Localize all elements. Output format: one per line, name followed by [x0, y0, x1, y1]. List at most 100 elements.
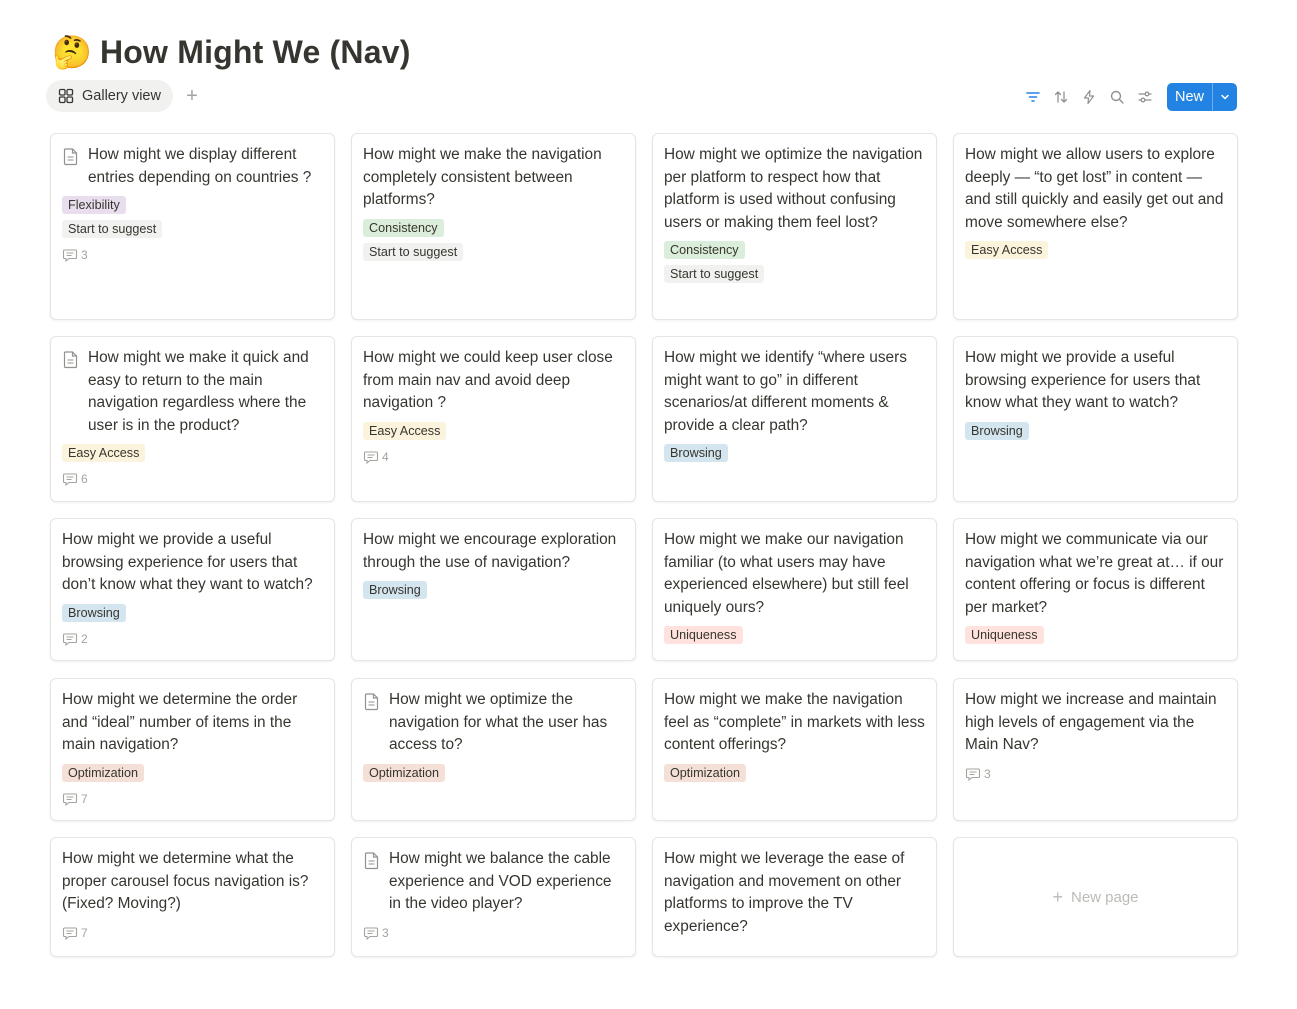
sort-icon [1054, 91, 1068, 103]
gallery-card[interactable]: How might we balance the cable experienc… [351, 837, 636, 957]
comment-count-value: 2 [81, 631, 88, 646]
card-title-text: How might we identify “where users might… [664, 349, 907, 434]
gallery-card[interactable]: How might we allow users to explore deep… [953, 133, 1238, 320]
card-title: How might we communicate via our navigat… [965, 529, 1226, 619]
sort-button[interactable] [1047, 83, 1075, 111]
gallery-card[interactable]: How might we encourage exploration throu… [351, 518, 636, 661]
card-properties: Optimization [62, 757, 323, 782]
page-title[interactable]: How Might We (Nav) [100, 34, 411, 71]
search-button[interactable] [1103, 83, 1131, 111]
tab-label: Gallery view [82, 88, 161, 104]
new-dropdown-button[interactable] [1212, 83, 1237, 111]
comment-count: 3 [62, 248, 323, 263]
page-header: 🤔 How Might We (Nav) [52, 30, 411, 74]
gallery-card[interactable]: How might we make our navigation familia… [652, 518, 937, 661]
card-title: How might we leverage the ease of naviga… [664, 848, 925, 938]
view-bar: Gallery view + New [46, 80, 1237, 112]
comment-icon [965, 768, 981, 781]
category-tag: Easy Access [363, 421, 447, 440]
comment-icon [62, 793, 78, 806]
category-tag: Browsing [664, 444, 728, 463]
gallery-card[interactable]: How might we display different entries d… [50, 133, 335, 320]
gallery-card[interactable]: How might we communicate via our navigat… [953, 518, 1238, 661]
gallery-card[interactable]: How might we leverage the ease of naviga… [652, 837, 937, 957]
comment-icon [62, 249, 78, 263]
page-doc-icon [63, 351, 78, 369]
card-title-text: How might we optimize the navigation per… [664, 146, 923, 231]
gallery-card[interactable]: How might we optimize the navigation per… [652, 133, 937, 320]
comment-count: 6 [62, 472, 323, 487]
filter-icon [1026, 92, 1040, 102]
card-properties: Consistency Start to suggest [664, 234, 925, 284]
category-tag: Optimization [363, 763, 445, 782]
gallery-card[interactable]: How might we make it quick and easy to r… [50, 336, 335, 502]
comment-count-value: 7 [81, 791, 88, 806]
tab-gallery-view[interactable]: Gallery view [46, 80, 173, 112]
page-emoji-icon[interactable]: 🤔 [52, 32, 92, 72]
comment-icon [62, 633, 78, 646]
card-title: How might we allow users to explore deep… [965, 144, 1226, 234]
card-title-text: How might we encourage exploration throu… [363, 531, 617, 571]
comment-count-value: 6 [81, 472, 88, 487]
card-title: How might we display different entries d… [62, 144, 323, 189]
category-tag: Browsing [965, 421, 1029, 440]
add-view-button[interactable]: + [180, 84, 204, 108]
card-title: How might we make the navigation complet… [363, 144, 624, 212]
gallery-card[interactable]: How might we identify “where users might… [652, 336, 937, 502]
new-button-label: New [1174, 89, 1204, 105]
card-properties: Optimization [664, 757, 925, 782]
comment-count: 7 [62, 926, 323, 940]
gallery-card[interactable]: How might we could keep user close from … [351, 336, 636, 502]
card-properties: Consistency Start to suggest [363, 212, 624, 261]
card-title: How might we make our navigation familia… [664, 529, 925, 619]
card-title: How might we optimize the navigation for… [363, 689, 624, 757]
status-badge: Start to suggest [62, 220, 163, 239]
category-tag: Uniqueness [965, 626, 1044, 645]
search-icon [1110, 90, 1124, 104]
comment-count: 3 [363, 926, 624, 940]
status-badge: Start to suggest [664, 265, 765, 284]
new-button[interactable]: New [1166, 83, 1237, 111]
card-title: How might we identify “where users might… [664, 347, 925, 437]
card-title-text: How might we allow users to explore deep… [965, 146, 1224, 231]
card-properties: Browsing [664, 437, 925, 463]
gallery-card[interactable]: How might we determine the order and “id… [50, 678, 335, 821]
gallery-card[interactable]: How might we make the navigation complet… [351, 133, 636, 320]
card-title-text: How might we increase and maintain high … [965, 691, 1217, 754]
gallery-card[interactable]: How might we increase and maintain high … [953, 678, 1238, 821]
card-title: How might we optimize the navigation per… [664, 144, 925, 234]
card-properties: Easy Access [965, 234, 1226, 260]
automation-button[interactable] [1075, 83, 1103, 111]
card-title: How might we provide a useful browsing e… [965, 347, 1226, 415]
category-tag: Easy Access [62, 444, 146, 463]
new-page-card[interactable]: + New page [953, 837, 1238, 957]
gallery-card[interactable]: How might we make the navigation feel as… [652, 678, 937, 821]
comment-count-value: 7 [81, 925, 88, 940]
database-toolbar: New [1019, 83, 1237, 111]
category-tag: Consistency [363, 218, 444, 237]
category-tag: Optimization [664, 763, 746, 782]
category-tag: Flexibility [62, 196, 126, 215]
card-title-text: How might we determine what the proper c… [62, 850, 309, 913]
comment-icon [62, 927, 78, 940]
card-properties: Browsing [363, 574, 624, 600]
card-properties: Uniqueness [965, 619, 1226, 645]
card-title: How might we determine the order and “id… [62, 689, 323, 757]
gallery-card[interactable]: How might we determine what the proper c… [50, 837, 335, 957]
gallery-card[interactable]: How might we optimize the navigation for… [351, 678, 636, 821]
page-icon [363, 849, 381, 871]
gallery-card[interactable]: How might we provide a useful browsing e… [50, 518, 335, 661]
category-tag: Consistency [664, 241, 745, 260]
sliders-icon [1138, 91, 1152, 103]
card-title: How might we determine what the proper c… [62, 848, 323, 916]
card-title-text: How might we communicate via our navigat… [965, 531, 1224, 616]
filter-button[interactable] [1019, 83, 1047, 111]
card-title: How might we provide a useful browsing e… [62, 529, 323, 597]
card-title-text: How might we could keep user close from … [363, 349, 613, 412]
status-badge: Start to suggest [363, 242, 464, 261]
settings-button[interactable] [1131, 83, 1159, 111]
gallery-card[interactable]: How might we provide a useful browsing e… [953, 336, 1238, 502]
page-doc-icon [63, 148, 78, 166]
card-title-text: How might we optimize the navigation for… [389, 691, 608, 754]
card-title-text: How might we balance the cable experienc… [389, 850, 612, 913]
